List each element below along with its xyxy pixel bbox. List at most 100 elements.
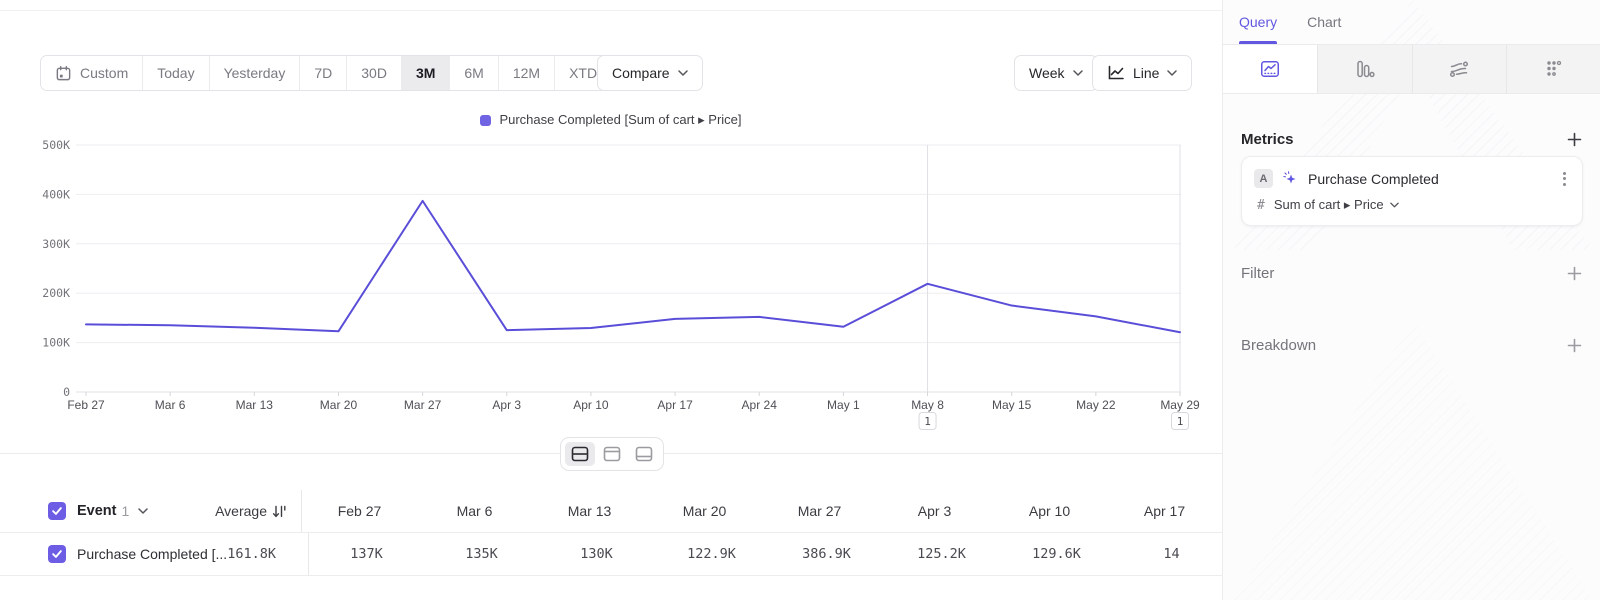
average-header-cell[interactable]: Average bbox=[200, 490, 302, 532]
metrics-title: Metrics bbox=[1241, 131, 1294, 148]
x-axis-tick-label: Mar 13 bbox=[236, 398, 274, 412]
range-label: Today bbox=[157, 65, 194, 81]
add-metric-button[interactable] bbox=[1566, 131, 1582, 147]
results-table: Event 1 Average Feb 27Mar 6Mar 13Mar 20M… bbox=[0, 490, 1222, 576]
average-value-cell: 161.8K bbox=[227, 533, 309, 575]
tab-chart[interactable]: Chart bbox=[1307, 0, 1341, 44]
add-filter-button[interactable] bbox=[1566, 265, 1582, 281]
chart-legend: Purchase Completed [Sum of cart ▸ Price] bbox=[0, 112, 1222, 131]
breakdown-title: Breakdown bbox=[1241, 337, 1316, 354]
legend-swatch bbox=[480, 115, 491, 126]
x-axis-tick-label: Mar 20 bbox=[320, 398, 358, 412]
filter-title: Filter bbox=[1241, 265, 1274, 282]
value-cell-feb-27: 137K bbox=[309, 546, 424, 562]
legend-label: Purchase Completed [Sum of cart ▸ Price] bbox=[499, 112, 741, 128]
range-yesterday[interactable]: Yesterday bbox=[209, 56, 300, 90]
series-line[interactable] bbox=[86, 201, 1180, 332]
line-chart[interactable]: 0100K200K300K400K500KFeb 27Mar 6Mar 13Ma… bbox=[0, 130, 1222, 440]
chart-workspace: CustomTodayYesterday7D30D3M6M12MXTD Comp… bbox=[0, 0, 1222, 600]
range-6m[interactable]: 6M bbox=[449, 56, 497, 90]
x-axis-tick-label: Apr 17 bbox=[657, 398, 693, 412]
filter-section-header: Filter bbox=[1241, 258, 1582, 288]
x-axis-tick-label: Mar 27 bbox=[404, 398, 442, 412]
chevron-down-icon bbox=[678, 70, 688, 76]
granularity-button[interactable]: Week bbox=[1014, 55, 1098, 91]
series-name-cell: Purchase Completed [... bbox=[0, 545, 227, 563]
watermark-pattern bbox=[1233, 250, 1593, 600]
measure-label: Sum of cart ▸ Price bbox=[1274, 197, 1384, 213]
top-only-icon bbox=[603, 446, 621, 462]
row-checkbox[interactable] bbox=[48, 545, 66, 563]
annotation-badge[interactable]: 1 bbox=[1172, 413, 1189, 430]
range-label: Yesterday bbox=[224, 65, 286, 81]
line-chart-icon bbox=[1258, 57, 1282, 81]
plus-icon bbox=[1567, 266, 1582, 281]
svg-text:1: 1 bbox=[924, 415, 931, 428]
column-header-apr-10[interactable]: Apr 10 bbox=[992, 503, 1107, 519]
view-bottom-only-button[interactable] bbox=[629, 442, 659, 466]
tab-chart-label: Chart bbox=[1307, 14, 1341, 30]
range-label: 30D bbox=[361, 65, 387, 81]
chart-type-bar-chart[interactable] bbox=[1317, 45, 1412, 93]
legend-item[interactable]: Purchase Completed [Sum of cart ▸ Price] bbox=[480, 112, 741, 128]
chart-type-label: Line bbox=[1133, 65, 1159, 81]
tab-query[interactable]: Query bbox=[1239, 0, 1277, 44]
table-header-row: Event 1 Average Feb 27Mar 6Mar 13Mar 20M… bbox=[0, 490, 1222, 533]
measure-selector[interactable]: Sum of cart ▸ Price bbox=[1274, 197, 1399, 213]
add-breakdown-button[interactable] bbox=[1566, 337, 1582, 353]
view-top-only-button[interactable] bbox=[597, 442, 627, 466]
metric-card-main: A Purchase Completed bbox=[1254, 169, 1570, 188]
column-header-feb-27[interactable]: Feb 27 bbox=[302, 503, 417, 519]
panel-tabs: Query Chart bbox=[1223, 0, 1600, 44]
column-header-mar-20[interactable]: Mar 20 bbox=[647, 503, 762, 519]
compare-button[interactable]: Compare bbox=[597, 55, 703, 91]
column-header-apr-17[interactable]: Apr 17 bbox=[1107, 503, 1222, 519]
series-name: Purchase Completed [... bbox=[77, 546, 227, 562]
column-header-apr-3[interactable]: Apr 3 bbox=[877, 503, 992, 519]
x-axis-tick-label: Apr 10 bbox=[573, 398, 609, 412]
x-axis-tick-label: Mar 6 bbox=[155, 398, 186, 412]
chevron-down-icon[interactable] bbox=[138, 508, 148, 514]
range-12m[interactable]: 12M bbox=[498, 56, 554, 90]
range-7d[interactable]: 7D bbox=[299, 56, 346, 90]
metric-options-button[interactable] bbox=[1559, 170, 1570, 188]
x-axis-tick-label: Feb 27 bbox=[67, 398, 105, 412]
column-header-mar-6[interactable]: Mar 6 bbox=[417, 503, 532, 519]
date-range-selector: CustomTodayYesterday7D30D3M6M12MXTD bbox=[40, 55, 630, 91]
value-cell-apr-17: 14 bbox=[1114, 546, 1222, 562]
calendar-icon bbox=[55, 65, 72, 82]
compare-label: Compare bbox=[612, 65, 670, 81]
x-axis-tick-label: May 8 bbox=[911, 398, 944, 412]
range-today[interactable]: Today bbox=[142, 56, 208, 90]
metric-badge: A bbox=[1254, 169, 1273, 188]
breakdown-section-header: Breakdown bbox=[1241, 330, 1582, 360]
average-label: Average bbox=[215, 503, 267, 519]
plus-icon bbox=[1567, 338, 1582, 353]
annotation-badge[interactable]: 1 bbox=[919, 413, 936, 430]
bar-chart-icon bbox=[1353, 57, 1377, 81]
range-3m[interactable]: 3M bbox=[401, 56, 449, 90]
top-divider bbox=[0, 10, 1222, 11]
column-header-mar-27[interactable]: Mar 27 bbox=[762, 503, 877, 519]
number-property-icon: # bbox=[1257, 198, 1265, 213]
range-custom[interactable]: Custom bbox=[41, 56, 142, 90]
chevron-down-icon bbox=[1073, 70, 1083, 76]
average-value: 161.8K bbox=[227, 546, 294, 562]
flow-chart-icon bbox=[1447, 57, 1471, 81]
range-30d[interactable]: 30D bbox=[346, 56, 401, 90]
view-split-both-button[interactable] bbox=[565, 442, 595, 466]
chart-type-button[interactable]: Line bbox=[1092, 55, 1192, 91]
y-axis-tick-label: 0 bbox=[63, 385, 70, 399]
chevron-down-icon bbox=[1167, 70, 1177, 76]
chart-type-funnel-chart[interactable] bbox=[1506, 45, 1600, 93]
select-all-checkbox[interactable] bbox=[48, 502, 66, 520]
column-header-mar-13[interactable]: Mar 13 bbox=[532, 503, 647, 519]
chart-type-flow-chart[interactable] bbox=[1412, 45, 1507, 93]
range-label: 3M bbox=[416, 65, 435, 81]
chart-type-switcher bbox=[1223, 44, 1600, 94]
metric-card[interactable]: A Purchase Completed # Sum of cart ▸ Pri… bbox=[1241, 156, 1583, 226]
x-axis-tick-label: Apr 3 bbox=[492, 398, 521, 412]
chart-type-line-chart[interactable] bbox=[1223, 45, 1317, 93]
date-header-cells: Feb 27Mar 6Mar 13Mar 20Mar 27Apr 3Apr 10… bbox=[302, 503, 1222, 519]
range-label: 12M bbox=[513, 65, 540, 81]
